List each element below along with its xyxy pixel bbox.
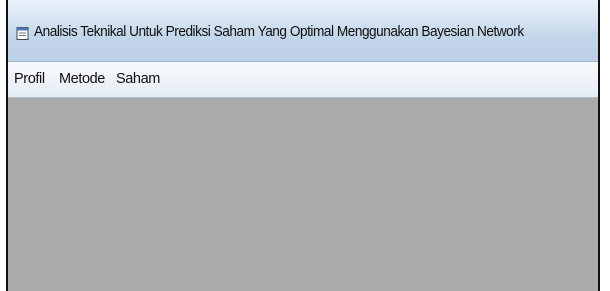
menu-profil[interactable]: Profil [14, 71, 45, 87]
menu-bar: Profil Metode Saham [8, 62, 598, 98]
menu-metode[interactable]: Metode [59, 71, 105, 87]
window-title: Analisis Teknikal Untuk Prediksi Saham Y… [34, 24, 524, 40]
menu-saham[interactable]: Saham [116, 71, 160, 87]
title-bar[interactable]: Analisis Teknikal Untuk Prediksi Saham Y… [8, 0, 598, 62]
application-window: Analisis Teknikal Untuk Prediksi Saham Y… [6, 0, 600, 291]
app-window-icon[interactable] [16, 26, 29, 41]
mdi-workspace [8, 98, 598, 291]
